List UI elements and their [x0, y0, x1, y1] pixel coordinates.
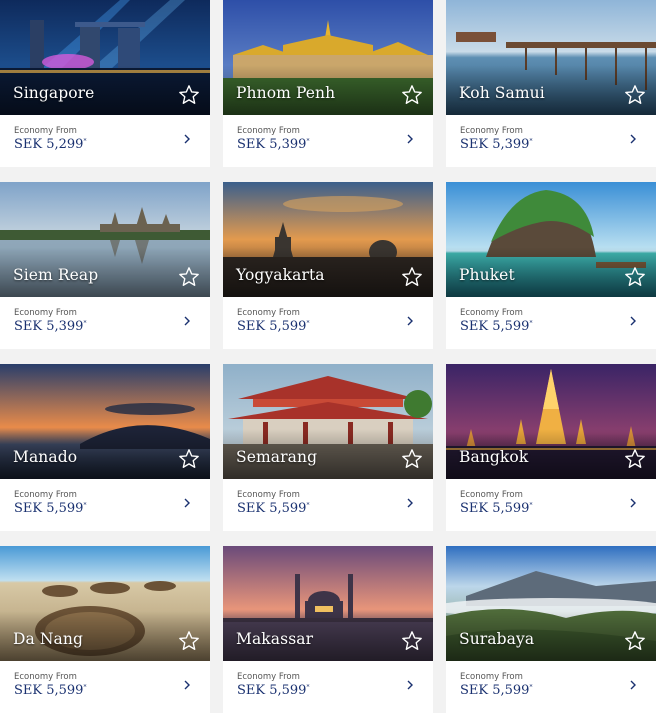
fare-price: SEK 5,599*: [237, 501, 310, 516]
destination-photo-semarang: Semarang: [223, 364, 433, 479]
fare-class-label: Economy From: [460, 490, 523, 500]
star-outline-icon[interactable]: [401, 630, 423, 652]
star-outline-icon[interactable]: [401, 448, 423, 470]
destination-card-siem-reap[interactable]: Siem Reap Economy From SEK 5,399*: [0, 182, 210, 349]
chevron-right-icon[interactable]: [628, 678, 638, 692]
destination-card-phuket[interactable]: Phuket Economy From SEK 5,599*: [446, 182, 656, 349]
chevron-right-icon[interactable]: [182, 132, 192, 146]
destination-card-surabaya[interactable]: Surabaya Economy From SEK 5,599*: [446, 546, 656, 713]
destination-photo-singapore: Singapore: [0, 0, 210, 115]
city-name: Yogyakarta: [236, 266, 325, 284]
star-outline-icon[interactable]: [178, 266, 200, 288]
star-outline-icon[interactable]: [178, 448, 200, 470]
fare-price: SEK 5,399*: [14, 319, 87, 334]
fare-price: SEK 5,399*: [460, 137, 533, 152]
chevron-right-icon[interactable]: [628, 496, 638, 510]
destination-photo-koh-samui: Koh Samui: [446, 0, 656, 115]
city-name: Siem Reap: [13, 266, 99, 284]
destination-card-singapore[interactable]: Singapore Economy From SEK 5,299*: [0, 0, 210, 167]
city-name: Bangkok: [459, 448, 529, 466]
fare-class-label: Economy From: [14, 490, 77, 500]
destination-grid: Singapore Economy From SEK 5,299* Phnom …: [0, 0, 656, 713]
chevron-right-icon[interactable]: [405, 132, 415, 146]
city-name: Phnom Penh: [236, 84, 336, 102]
destination-photo-da-nang: Da Nang: [0, 546, 210, 661]
chevron-right-icon[interactable]: [628, 132, 638, 146]
fare-info: Economy From SEK 5,399*: [446, 115, 656, 167]
fare-info: Economy From SEK 5,599*: [223, 479, 433, 531]
chevron-right-icon[interactable]: [405, 496, 415, 510]
destination-card-bangkok[interactable]: Bangkok Economy From SEK 5,599*: [446, 364, 656, 531]
star-outline-icon[interactable]: [624, 630, 646, 652]
chevron-right-icon[interactable]: [628, 314, 638, 328]
destination-photo-yogyakarta: Yogyakarta: [223, 182, 433, 297]
fare-class-label: Economy From: [460, 672, 523, 682]
fare-price: SEK 5,599*: [460, 501, 533, 516]
fare-price: SEK 5,599*: [460, 319, 533, 334]
fare-info: Economy From SEK 5,399*: [223, 115, 433, 167]
destination-photo-siem-reap: Siem Reap: [0, 182, 210, 297]
destination-card-phnom-penh[interactable]: Phnom Penh Economy From SEK 5,399*: [223, 0, 433, 167]
destination-card-makassar[interactable]: Makassar Economy From SEK 5,599*: [223, 546, 433, 713]
chevron-right-icon[interactable]: [405, 314, 415, 328]
destination-card-manado[interactable]: Manado Economy From SEK 5,599*: [0, 364, 210, 531]
fare-info: Economy From SEK 5,599*: [223, 297, 433, 349]
fare-info: Economy From SEK 5,599*: [223, 661, 433, 713]
city-name: Da Nang: [13, 630, 84, 648]
city-name: Makassar: [236, 630, 314, 648]
fare-price: SEK 5,599*: [14, 501, 87, 516]
chevron-right-icon[interactable]: [405, 678, 415, 692]
destination-card-koh-samui[interactable]: Koh Samui Economy From SEK 5,399*: [446, 0, 656, 167]
star-outline-icon[interactable]: [624, 448, 646, 470]
destination-photo-manado: Manado: [0, 364, 210, 479]
destination-photo-phuket: Phuket: [446, 182, 656, 297]
fare-price: SEK 5,599*: [237, 683, 310, 698]
fare-class-label: Economy From: [237, 126, 300, 136]
fare-price: SEK 5,599*: [460, 683, 533, 698]
fare-info: Economy From SEK 5,599*: [446, 479, 656, 531]
city-name: Surabaya: [459, 630, 535, 648]
fare-class-label: Economy From: [237, 490, 300, 500]
fare-class-label: Economy From: [460, 308, 523, 318]
star-outline-icon[interactable]: [624, 266, 646, 288]
star-outline-icon[interactable]: [401, 266, 423, 288]
fare-class-label: Economy From: [237, 672, 300, 682]
fare-class-label: Economy From: [237, 308, 300, 318]
fare-price: SEK 5,299*: [14, 137, 87, 152]
fare-price: SEK 5,599*: [237, 319, 310, 334]
city-name: Phuket: [459, 266, 515, 284]
fare-info: Economy From SEK 5,599*: [446, 297, 656, 349]
fare-info: Economy From SEK 5,599*: [446, 661, 656, 713]
fare-class-label: Economy From: [460, 126, 523, 136]
star-outline-icon[interactable]: [624, 84, 646, 106]
destination-card-semarang[interactable]: Semarang Economy From SEK 5,599*: [223, 364, 433, 531]
fare-class-label: Economy From: [14, 126, 77, 136]
star-outline-icon[interactable]: [178, 84, 200, 106]
chevron-right-icon[interactable]: [182, 496, 192, 510]
star-outline-icon[interactable]: [401, 84, 423, 106]
destination-card-da-nang[interactable]: Da Nang Economy From SEK 5,599*: [0, 546, 210, 713]
city-name: Manado: [13, 448, 78, 466]
fare-class-label: Economy From: [14, 308, 77, 318]
city-name: Singapore: [13, 84, 95, 102]
destination-photo-phnom-penh: Phnom Penh: [223, 0, 433, 115]
chevron-right-icon[interactable]: [182, 678, 192, 692]
destination-card-yogyakarta[interactable]: Yogyakarta Economy From SEK 5,599*: [223, 182, 433, 349]
fare-info: Economy From SEK 5,599*: [0, 661, 210, 713]
city-name: Koh Samui: [459, 84, 545, 102]
fare-info: Economy From SEK 5,599*: [0, 479, 210, 531]
fare-info: Economy From SEK 5,399*: [0, 297, 210, 349]
fare-class-label: Economy From: [14, 672, 77, 682]
destination-photo-surabaya: Surabaya: [446, 546, 656, 661]
fare-price: SEK 5,599*: [14, 683, 87, 698]
fare-info: Economy From SEK 5,299*: [0, 115, 210, 167]
fare-price: SEK 5,399*: [237, 137, 310, 152]
chevron-right-icon[interactable]: [182, 314, 192, 328]
destination-photo-makassar: Makassar: [223, 546, 433, 661]
destination-photo-bangkok: Bangkok: [446, 364, 656, 479]
city-name: Semarang: [236, 448, 318, 466]
star-outline-icon[interactable]: [178, 630, 200, 652]
